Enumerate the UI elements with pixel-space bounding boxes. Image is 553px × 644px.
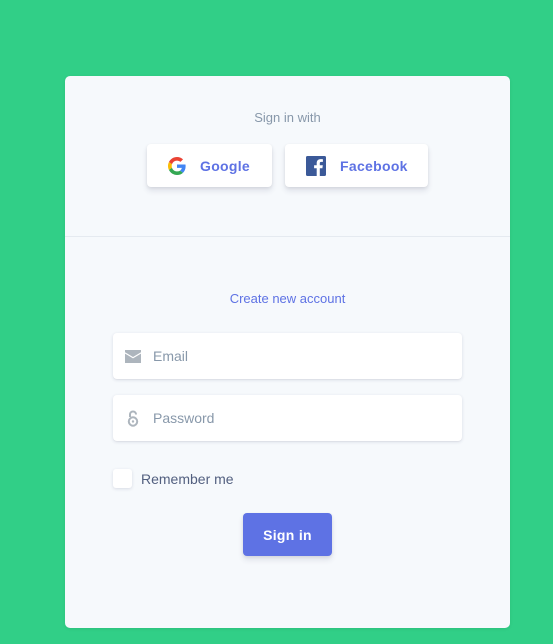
facebook-button-label: Facebook	[340, 157, 408, 174]
email-input[interactable]	[153, 348, 443, 364]
remember-me-label: Remember me	[141, 470, 234, 487]
envelope-icon	[113, 349, 153, 363]
facebook-signin-button[interactable]: Facebook	[285, 144, 428, 187]
unlock-icon	[113, 410, 153, 427]
password-field-group	[113, 395, 462, 441]
sign-in-with-heading: Sign in with	[254, 110, 321, 125]
facebook-logo-icon	[306, 155, 326, 176]
login-card: Sign in with Google Facebook Create new …	[65, 76, 510, 628]
social-login-section: Sign in with Google Facebook	[65, 76, 510, 237]
remember-me-checkbox[interactable]	[113, 469, 132, 488]
google-button-label: Google	[200, 157, 251, 174]
remember-me-control[interactable]: Remember me	[113, 469, 234, 488]
sign-in-button[interactable]: Sign in	[243, 513, 332, 556]
create-account-link[interactable]: Create new account	[65, 291, 510, 306]
google-signin-button[interactable]: Google	[147, 144, 272, 187]
email-field-group	[113, 333, 462, 379]
password-input[interactable]	[153, 410, 443, 426]
google-logo-icon	[168, 156, 186, 175]
